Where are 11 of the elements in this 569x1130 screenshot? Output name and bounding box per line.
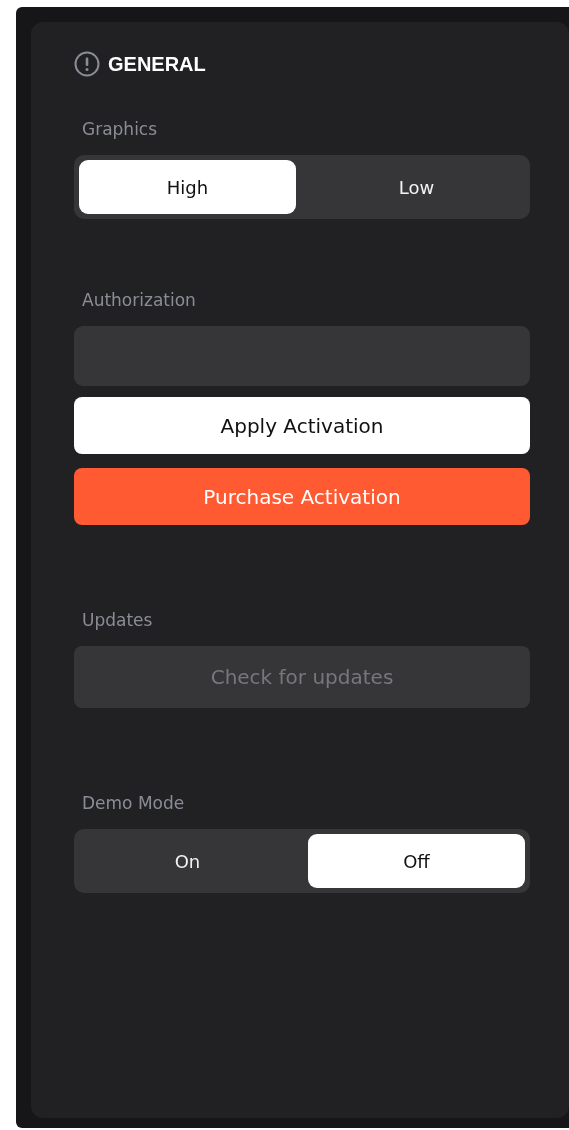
segment-option[interactable]: Off bbox=[308, 834, 525, 888]
setting-label: Graphics bbox=[82, 118, 159, 140]
setting-label: Authorization bbox=[82, 289, 197, 311]
section-title: GENERAL bbox=[108, 52, 206, 76]
segment-option[interactable]: Low bbox=[308, 160, 525, 214]
segment-option[interactable]: High bbox=[79, 160, 296, 214]
info-icon bbox=[74, 51, 100, 77]
setting-label: Updates bbox=[82, 609, 154, 631]
setting-label: Demo Mode bbox=[82, 792, 186, 814]
segment-option[interactable]: On bbox=[79, 834, 296, 888]
action-button[interactable]: Apply Activation bbox=[74, 397, 530, 454]
